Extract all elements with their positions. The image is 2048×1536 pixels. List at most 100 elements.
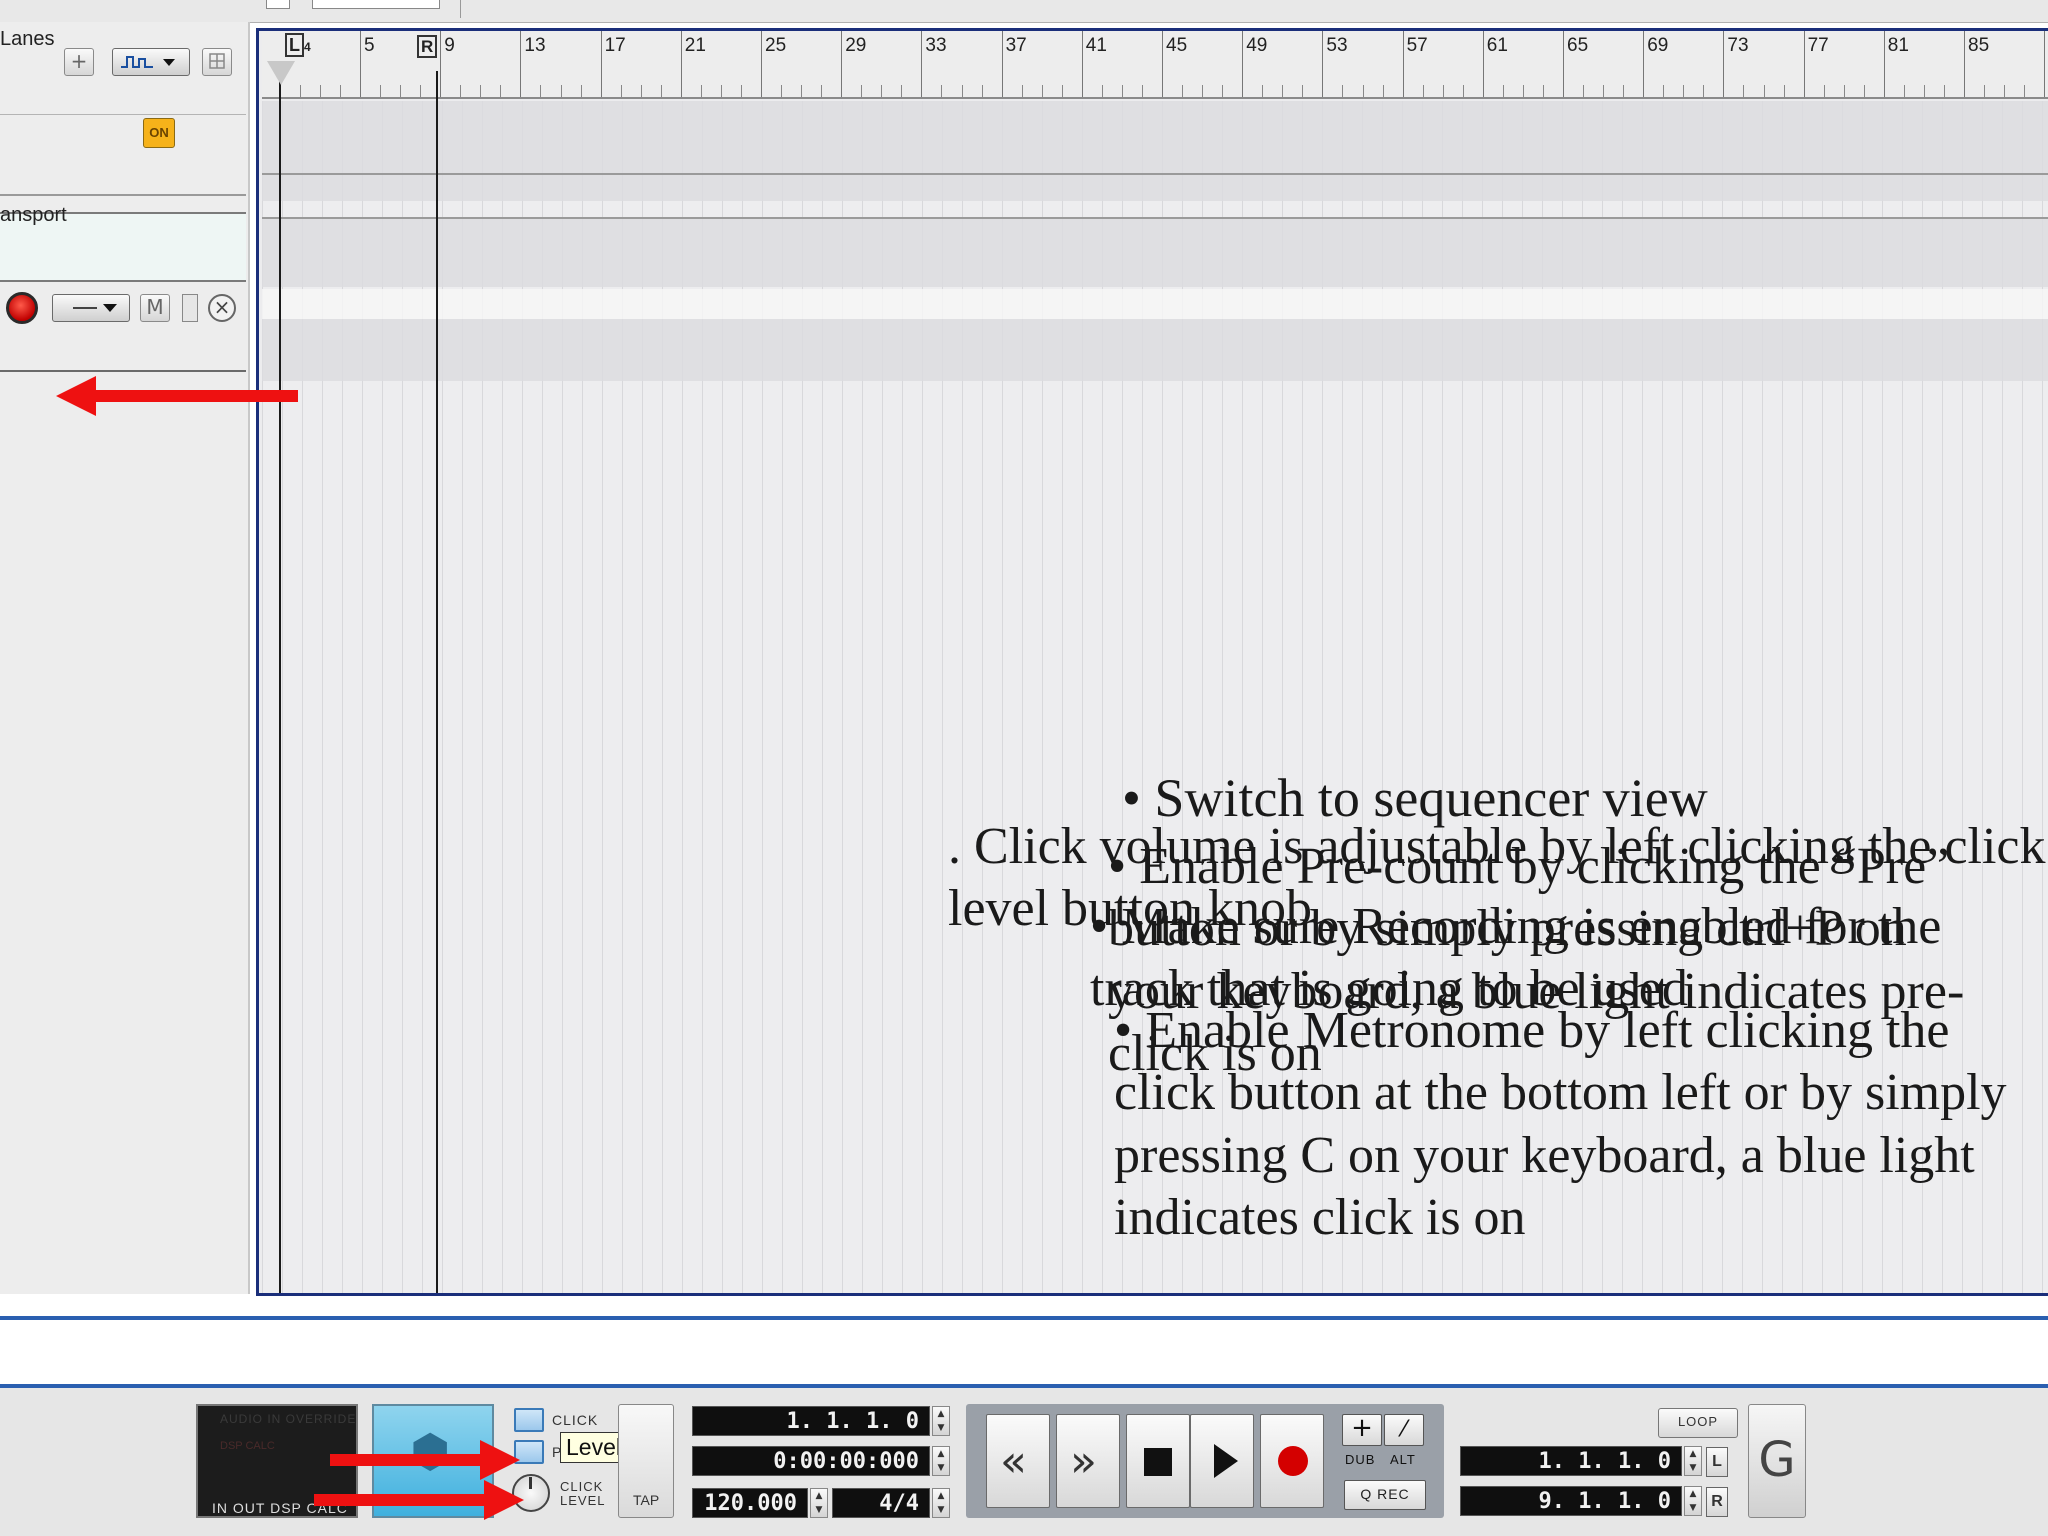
spin-down-icon[interactable]: ▼ (933, 1461, 949, 1475)
ruler-sub-tick (1462, 85, 1464, 97)
cpu-meter-text: AUDIO IN OVERRIDE (220, 1412, 357, 1426)
toolbar-field-small[interactable] (266, 0, 290, 9)
rewind-icon: « (1000, 1436, 1027, 1487)
ruler-sub-tick (2024, 85, 2026, 97)
spin-up-icon[interactable]: ▲ (933, 1407, 949, 1421)
ruler-sub-tick (801, 85, 803, 97)
spin-up-icon[interactable]: ▲ (1685, 1487, 1701, 1501)
ruler-bar-number: 85 (1968, 35, 1990, 56)
lane-divider (262, 173, 2048, 175)
lane-band (262, 101, 2048, 201)
lane-on-button[interactable]: ON (143, 118, 175, 148)
song-position-marker[interactable] (267, 61, 295, 85)
ruler-sub-tick (1362, 85, 1364, 97)
spin-down-icon[interactable]: ▼ (811, 1503, 827, 1517)
right-locator-line (436, 71, 438, 1293)
toolbar-field[interactable] (312, 0, 440, 9)
cpu-meter-text: DSP CALC (220, 1440, 275, 1452)
ruler-sub-tick (1141, 85, 1143, 97)
ruler-sub-tick (1783, 85, 1785, 97)
ruler-sub-tick (2004, 85, 2006, 97)
right-locator-display[interactable]: 9. 1. 1. 0 (1460, 1486, 1682, 1516)
spin-up-icon[interactable]: ▲ (1685, 1447, 1701, 1461)
time-signature-display[interactable]: 4/4 (832, 1488, 930, 1518)
spin-down-icon[interactable]: ▼ (1685, 1461, 1701, 1475)
ruler-sub-tick (460, 85, 462, 97)
goto-right-locator-button[interactable]: R (1706, 1487, 1728, 1517)
ruler-bar-number: 9 (444, 35, 455, 56)
track-lane-dropdown[interactable] (52, 294, 130, 322)
spin-up-icon[interactable]: ▲ (811, 1489, 827, 1503)
lane-band (262, 319, 2048, 381)
lanes-on-row (0, 116, 246, 196)
tempo-spinner[interactable]: ▲ ▼ (810, 1488, 828, 1518)
ruler-sub-tick (1863, 85, 1865, 97)
add-lane-button[interactable]: + (64, 48, 94, 76)
left-locator-spinner[interactable]: ▲ ▼ (1684, 1446, 1702, 1476)
tempo-display[interactable]: 120.000 (692, 1488, 808, 1518)
right-locator-marker[interactable]: R (417, 35, 443, 59)
loop-button[interactable]: LOOP (1658, 1408, 1738, 1438)
track-record-enable-button[interactable] (6, 292, 38, 324)
right-locator-spinner[interactable]: ▲ ▼ (1684, 1486, 1702, 1516)
grid-icon (209, 53, 225, 69)
ruler-bar-tick (1643, 31, 1645, 97)
ruler-bar-tick (1081, 31, 1083, 97)
spin-down-icon[interactable]: ▼ (933, 1503, 949, 1517)
plus-icon: + (70, 49, 88, 73)
ruler-bar-tick (1803, 31, 1805, 97)
ruler-sub-tick (1603, 85, 1605, 97)
delete-track-button[interactable]: × (208, 294, 236, 322)
ruler-sub-tick (560, 85, 562, 97)
ruler-bar-tick (600, 31, 602, 97)
transport-track-label: ansport (0, 204, 67, 226)
lane-grid-button[interactable] (202, 48, 232, 76)
ruler-bar-tick (360, 31, 361, 97)
lane-band (262, 219, 2048, 287)
ruler-bar-number: 53 (1326, 35, 1348, 56)
ruler-sub-tick (1262, 85, 1264, 97)
solo-button[interactable] (182, 294, 198, 322)
lane-band (262, 289, 2048, 319)
ruler-sub-tick (1823, 85, 1825, 97)
ruler-sub-tick (1923, 85, 1925, 97)
slash-icon: ⁄ (1402, 1417, 1406, 1442)
bar-ruler[interactable]: 5 9 13 17 21 25 29 33 37 41 45 49 53 57 61 65 69 73 77 81 85… (262, 31, 2048, 99)
time-spinner[interactable]: ▲ ▼ (932, 1446, 950, 1476)
left-locator-display[interactable]: 1. 1. 1. 0 (1460, 1446, 1682, 1476)
click-label: CLICK (552, 1412, 599, 1428)
ruler-bar-tick (1482, 31, 1484, 97)
ruler-sub-tick (380, 85, 382, 97)
left-locator-label: L (285, 33, 304, 57)
quantize-record-button[interactable]: Q REC (1344, 1480, 1426, 1510)
position-spinner[interactable]: ▲ ▼ (932, 1406, 950, 1436)
ruler-sub-tick (660, 85, 662, 97)
left-locator-marker[interactable]: L4 (285, 33, 311, 59)
ruler-sub-tick (1984, 85, 1986, 97)
dub-button[interactable]: + (1342, 1414, 1382, 1446)
spin-down-icon[interactable]: ▼ (1685, 1501, 1701, 1515)
ruler-bar-tick (761, 31, 762, 97)
mute-button[interactable]: M (140, 294, 170, 322)
ruler-sub-tick (881, 85, 883, 97)
ruler-bar-tick (841, 31, 843, 97)
ruler-sub-tick (861, 85, 863, 97)
dub-label: DUB (1345, 1452, 1376, 1467)
ruler-sub-tick (540, 85, 542, 97)
spin-down-icon[interactable]: ▼ (933, 1421, 949, 1435)
song-position-time[interactable]: 0:00:00:000 (692, 1446, 930, 1476)
ruler-sub-tick (480, 85, 482, 97)
ruler-bar-number: 41 (1085, 35, 1107, 56)
goto-left-locator-button[interactable]: L (1706, 1447, 1728, 1477)
lane-type-dropdown[interactable] (112, 48, 190, 76)
click-toggle[interactable] (514, 1408, 544, 1432)
left-locator-line (279, 71, 281, 1293)
spin-up-icon[interactable]: ▲ (933, 1489, 949, 1503)
spin-up-icon[interactable]: ▲ (933, 1447, 949, 1461)
song-position-bars[interactable]: 1. 1. 1. 0 (692, 1406, 930, 1436)
signature-spinner[interactable]: ▲ ▼ (932, 1488, 950, 1518)
record-icon (1278, 1446, 1308, 1476)
ruler-bar-tick (1162, 31, 1163, 97)
alt-button[interactable]: ⁄ (1384, 1414, 1424, 1446)
ruler-sub-tick (720, 85, 722, 97)
